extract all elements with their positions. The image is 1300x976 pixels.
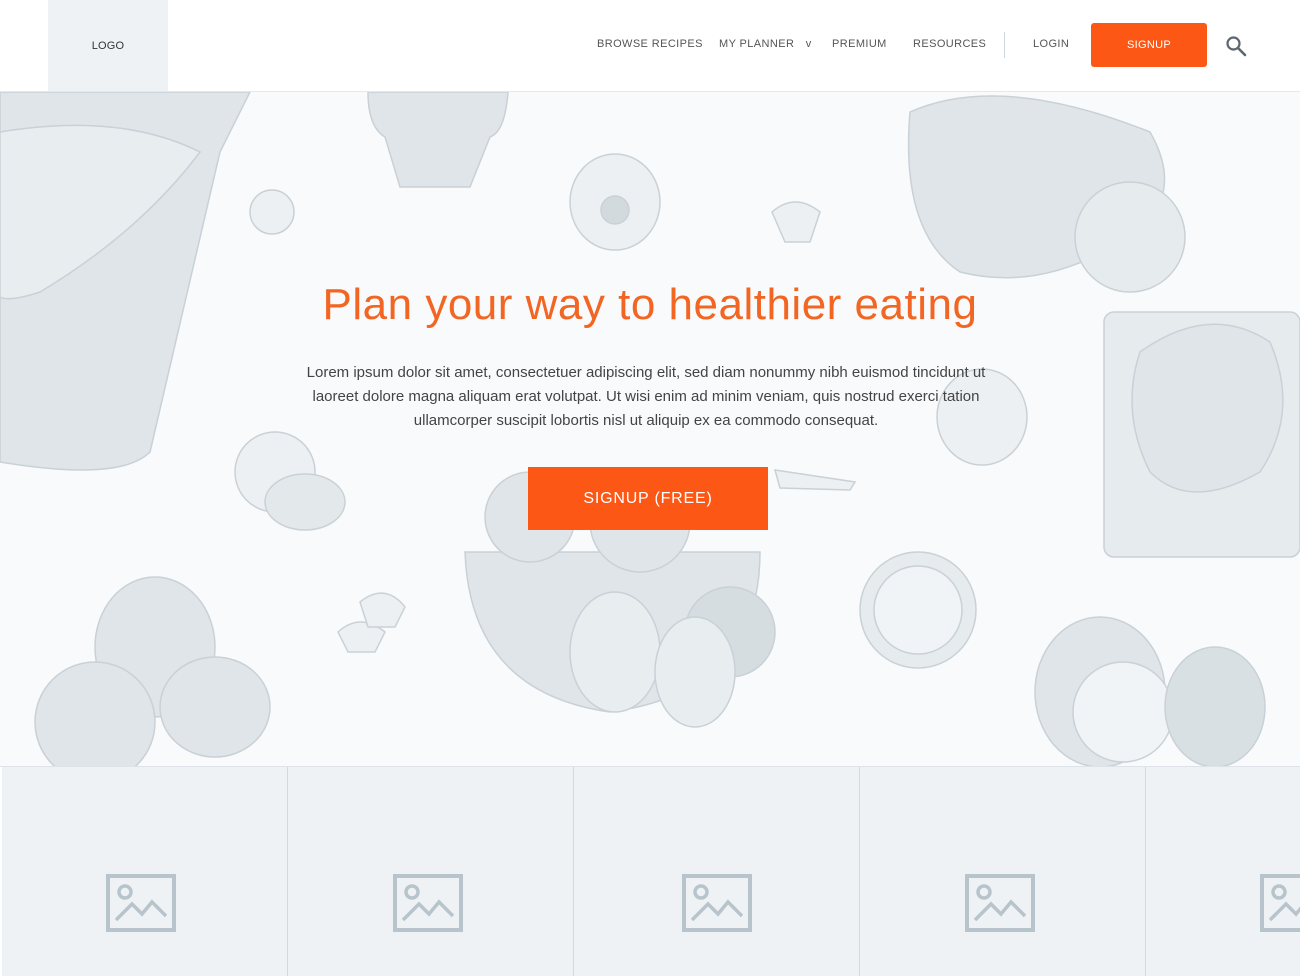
recipe-image-grid xyxy=(0,766,1300,976)
image-tile[interactable] xyxy=(288,767,574,976)
image-tile[interactable] xyxy=(574,767,860,976)
search-icon[interactable] xyxy=(1225,35,1247,57)
nav-login[interactable]: LOGIN xyxy=(1033,38,1069,50)
nav-my-planner-label: MY PLANNER xyxy=(719,38,795,50)
cupcake-illustration xyxy=(367,92,509,188)
carrot-icon xyxy=(773,469,857,491)
logo[interactable]: LOGO xyxy=(48,0,168,91)
signup-button[interactable]: SIGNUP xyxy=(1091,23,1207,67)
image-tile[interactable] xyxy=(2,767,288,976)
image-placeholder-icon xyxy=(965,874,1035,932)
mushroom-icon xyxy=(771,201,821,243)
image-placeholder-icon xyxy=(1260,874,1300,932)
hero-section: Plan your way to healthier eating Lorem … xyxy=(0,92,1300,766)
image-placeholder-icon xyxy=(682,874,752,932)
nav-resources[interactable]: RESOURCES xyxy=(913,38,986,50)
nav-premium[interactable]: PREMIUM xyxy=(832,38,887,50)
nav-my-planner[interactable]: MY PLANNER v xyxy=(719,38,812,50)
hero-description: Lorem ipsum dolor sit amet, consectetuer… xyxy=(306,364,986,429)
signup-free-button[interactable]: SIGNUP (FREE) xyxy=(528,467,768,530)
image-placeholder-icon xyxy=(106,874,176,932)
image-tile[interactable] xyxy=(1146,767,1300,976)
image-tile[interactable] xyxy=(860,767,1146,976)
nav-divider xyxy=(1004,32,1005,58)
hero-title: Plan your way to healthier eating xyxy=(322,280,978,329)
apple-icon xyxy=(249,189,295,235)
image-placeholder-icon xyxy=(393,874,463,932)
top-navbar: LOGO BROWSE RECIPES MY PLANNER v PREMIUM… xyxy=(0,0,1300,92)
chevron-down-icon: v xyxy=(805,38,812,50)
nav-browse-recipes[interactable]: BROWSE RECIPES xyxy=(597,38,703,50)
